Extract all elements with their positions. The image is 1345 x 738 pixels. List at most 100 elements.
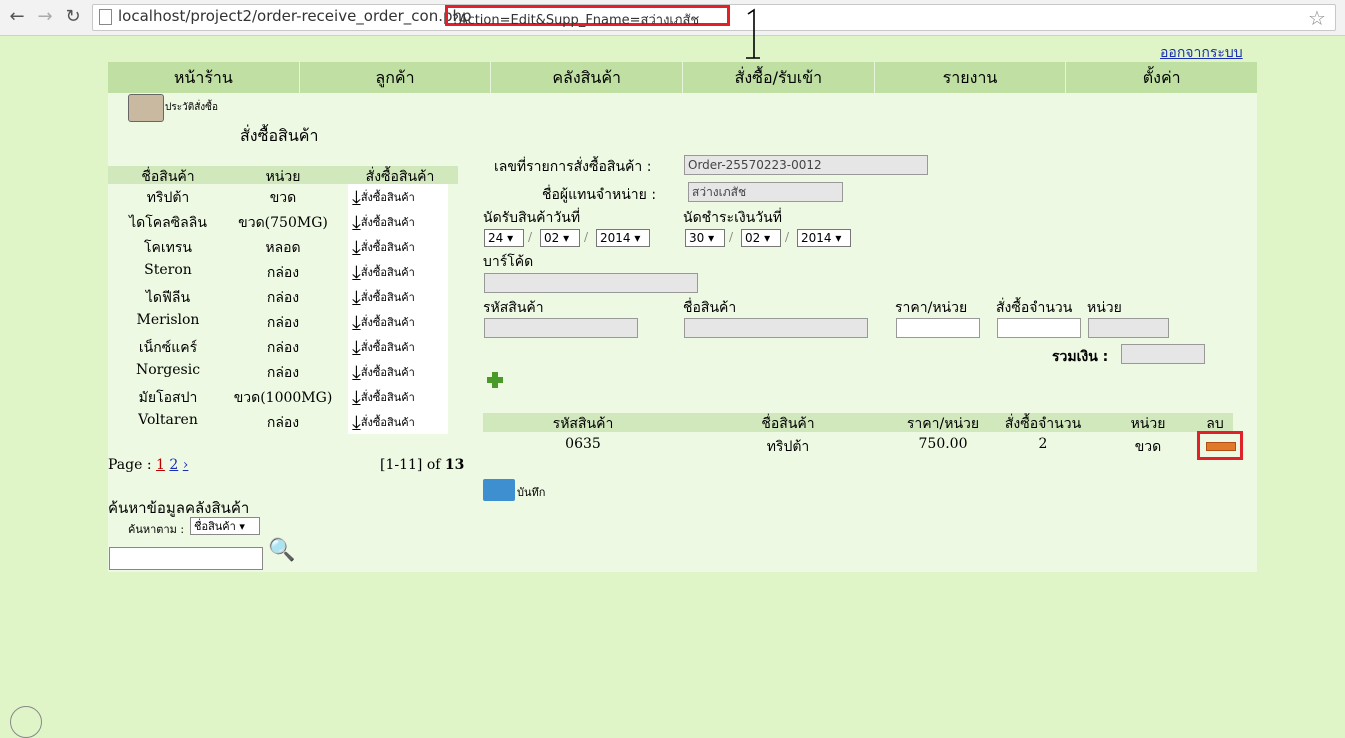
- order-product-label: สั่งซื้อสินค้า: [360, 290, 415, 304]
- order-product-label: สั่งซื้อสินค้า: [360, 365, 415, 379]
- product-unit: ขวด(750MG): [238, 215, 328, 231]
- order-no-field[interactable]: Order-25570223-0012: [684, 155, 928, 175]
- date-separator: /: [729, 230, 734, 244]
- table-row: เน็กซ์แคร์ กล่อง ⤓ สั่งซื้อสินค้า: [108, 334, 458, 359]
- qty-label: สั่งซื้อจำนวน: [996, 300, 1073, 316]
- order-row-unit: ขวด: [1134, 439, 1162, 455]
- menu-item-settings[interactable]: ตั้งค่า: [1066, 62, 1257, 93]
- product-name: Norgesic: [135, 362, 201, 378]
- pay-day-select[interactable]: 30 ▾: [685, 229, 725, 247]
- receive-year-select[interactable]: 2014 ▾: [596, 229, 650, 247]
- product-name-field[interactable]: [684, 318, 868, 338]
- product-name: โคเทรน: [144, 240, 192, 256]
- order-row-name: ทริปต้า: [766, 439, 810, 455]
- order-product-button[interactable]: ⤓ สั่งซื้อสินค้า: [348, 359, 448, 384]
- qty-field[interactable]: [997, 318, 1081, 338]
- order-product-button[interactable]: ⤓ สั่งซื้อสินค้า: [348, 409, 448, 434]
- receive-month-value: 02: [544, 231, 560, 245]
- col-header-unit: หน่วย: [1130, 416, 1166, 432]
- menu-item-reports[interactable]: รายงาน: [875, 62, 1067, 93]
- product-unit: ขวด(1000MG): [233, 390, 333, 406]
- pay-date-label: นัดชำระเงินวันที่: [683, 210, 782, 226]
- order-product-button[interactable]: ⤓ สั่งซื้อสินค้า: [348, 309, 448, 334]
- product-table-header: ชื่อสินค้า หน่วย สั่งซื้อสินค้า: [108, 166, 458, 185]
- reload-icon[interactable]: ↻: [62, 6, 84, 28]
- order-product-button[interactable]: ⤓ สั่งซื้อสินค้า: [348, 384, 448, 409]
- menu-item-purchase[interactable]: สั่งซื้อ/รับเข้า: [683, 62, 875, 93]
- order-product-button[interactable]: ⤓ สั่งซื้อสินค้า: [348, 184, 448, 209]
- col-header-qty: สั่งซื้อจำนวน: [1004, 416, 1082, 432]
- order-product-button[interactable]: ⤓ สั่งซื้อสินค้า: [348, 209, 448, 234]
- next-page-link[interactable]: ›: [183, 457, 189, 473]
- date-separator: /: [785, 230, 790, 244]
- logout-link[interactable]: ออกจากระบบ: [1160, 42, 1243, 64]
- total-field[interactable]: [1121, 344, 1205, 364]
- pay-day-value: 30: [689, 231, 705, 245]
- range-text: [1-11] of: [380, 457, 441, 473]
- unit-label: หน่วย: [1087, 300, 1122, 316]
- table-row: โคเทรน หลอด ⤓ สั่งซื้อสินค้า: [108, 234, 458, 259]
- barcode-field[interactable]: [484, 273, 698, 293]
- receive-month-select[interactable]: 02 ▾: [540, 229, 580, 247]
- search-icon[interactable]: 🔍: [268, 538, 295, 563]
- product-name: ทริปต้า: [146, 190, 190, 206]
- save-icon[interactable]: [483, 479, 515, 501]
- url-query-highlight: ?Action=Edit&Supp_Fname=สว่างเภสัช: [445, 5, 730, 28]
- cart-icon: ⤓: [352, 259, 361, 284]
- order-product-label: สั่งซื้อสินค้า: [360, 265, 415, 279]
- order-product-button[interactable]: ⤓ สั่งซื้อสินค้า: [348, 234, 448, 259]
- bookmark-star-icon[interactable]: ☆: [1308, 6, 1326, 30]
- forward-icon[interactable]: →: [34, 6, 56, 28]
- table-row: มัยโอสปา ขวด(1000MG) ⤓ สั่งซื้อสินค้า: [108, 384, 458, 409]
- pay-month-select[interactable]: 02 ▾: [741, 229, 781, 247]
- cart-icon: ⤓: [352, 234, 361, 259]
- result-range: [1-11] of 13: [380, 457, 464, 473]
- product-name: เน็กซ์แคร์: [138, 340, 198, 356]
- table-row: Steron กล่อง ⤓ สั่งซื้อสินค้า: [108, 259, 458, 284]
- back-icon[interactable]: ←: [6, 6, 28, 28]
- table-row: Norgesic กล่อง ⤓ สั่งซื้อสินค้า: [108, 359, 458, 384]
- section-title: สั่งซื้อสินค้า: [240, 126, 319, 145]
- name-label: ชื่อสินค้า: [683, 300, 737, 316]
- product-name: มัยโอสปา: [138, 390, 198, 406]
- table-row: ไดโคลซิลลิน ขวด(750MG) ⤓ สั่งซื้อสินค้า: [108, 209, 458, 234]
- annotation-marker-1: [746, 8, 760, 59]
- order-product-label: สั่งซื้อสินค้า: [360, 215, 415, 229]
- search-input[interactable]: [109, 547, 263, 570]
- save-label[interactable]: บันทึก: [517, 483, 545, 501]
- history-icon[interactable]: [128, 94, 164, 122]
- order-product-label: สั่งซื้อสินค้า: [360, 415, 415, 429]
- order-product-label: สั่งซื้อสินค้า: [360, 190, 415, 204]
- search-by-select[interactable]: ชื่อสินค้า ▾: [190, 517, 260, 535]
- menu-item-storefront[interactable]: หน้าร้าน: [108, 62, 300, 93]
- page-1-link[interactable]: 1: [156, 457, 165, 473]
- receive-day-select[interactable]: 24 ▾: [484, 229, 524, 247]
- barcode-label: บาร์โค้ด: [483, 254, 534, 270]
- add-item-icon[interactable]: [487, 372, 503, 388]
- order-product-button[interactable]: ⤓ สั่งซื้อสินค้า: [348, 284, 448, 309]
- order-product-label: สั่งซื้อสินค้า: [360, 390, 415, 404]
- order-row-qty: 2: [1038, 436, 1048, 452]
- page-icon: [99, 9, 112, 25]
- code-field[interactable]: [484, 318, 638, 338]
- product-name: Steron: [144, 262, 192, 278]
- order-product-label: สั่งซื้อสินค้า: [360, 340, 415, 354]
- pagination: Page : 1 2 ›: [108, 457, 188, 473]
- menu-item-inventory[interactable]: คลังสินค้า: [491, 62, 684, 93]
- menu-item-customers[interactable]: ลูกค้า: [300, 62, 492, 93]
- order-product-button[interactable]: ⤓ สั่งซื้อสินค้า: [348, 259, 448, 284]
- supplier-label: ชื่อผู้แทนจำหน่าย :: [542, 187, 657, 203]
- page-2-link[interactable]: 2: [169, 457, 178, 473]
- product-name: Merislon: [136, 312, 200, 328]
- supplier-field[interactable]: สว่างเภสัช: [688, 182, 843, 202]
- history-label[interactable]: ประวัติสั่งซื้อ: [165, 100, 218, 115]
- price-field[interactable]: [896, 318, 980, 338]
- product-unit: หลอด: [265, 240, 301, 256]
- order-product-button[interactable]: ⤓ สั่งซื้อสินค้า: [348, 334, 448, 359]
- total-count: 13: [444, 457, 465, 473]
- product-unit: ขวด: [269, 190, 297, 206]
- product-name: ไดฟีลีน: [145, 290, 191, 306]
- pay-year-select[interactable]: 2014 ▾: [797, 229, 851, 247]
- delete-row-icon[interactable]: [1206, 442, 1236, 451]
- unit-field[interactable]: [1088, 318, 1169, 338]
